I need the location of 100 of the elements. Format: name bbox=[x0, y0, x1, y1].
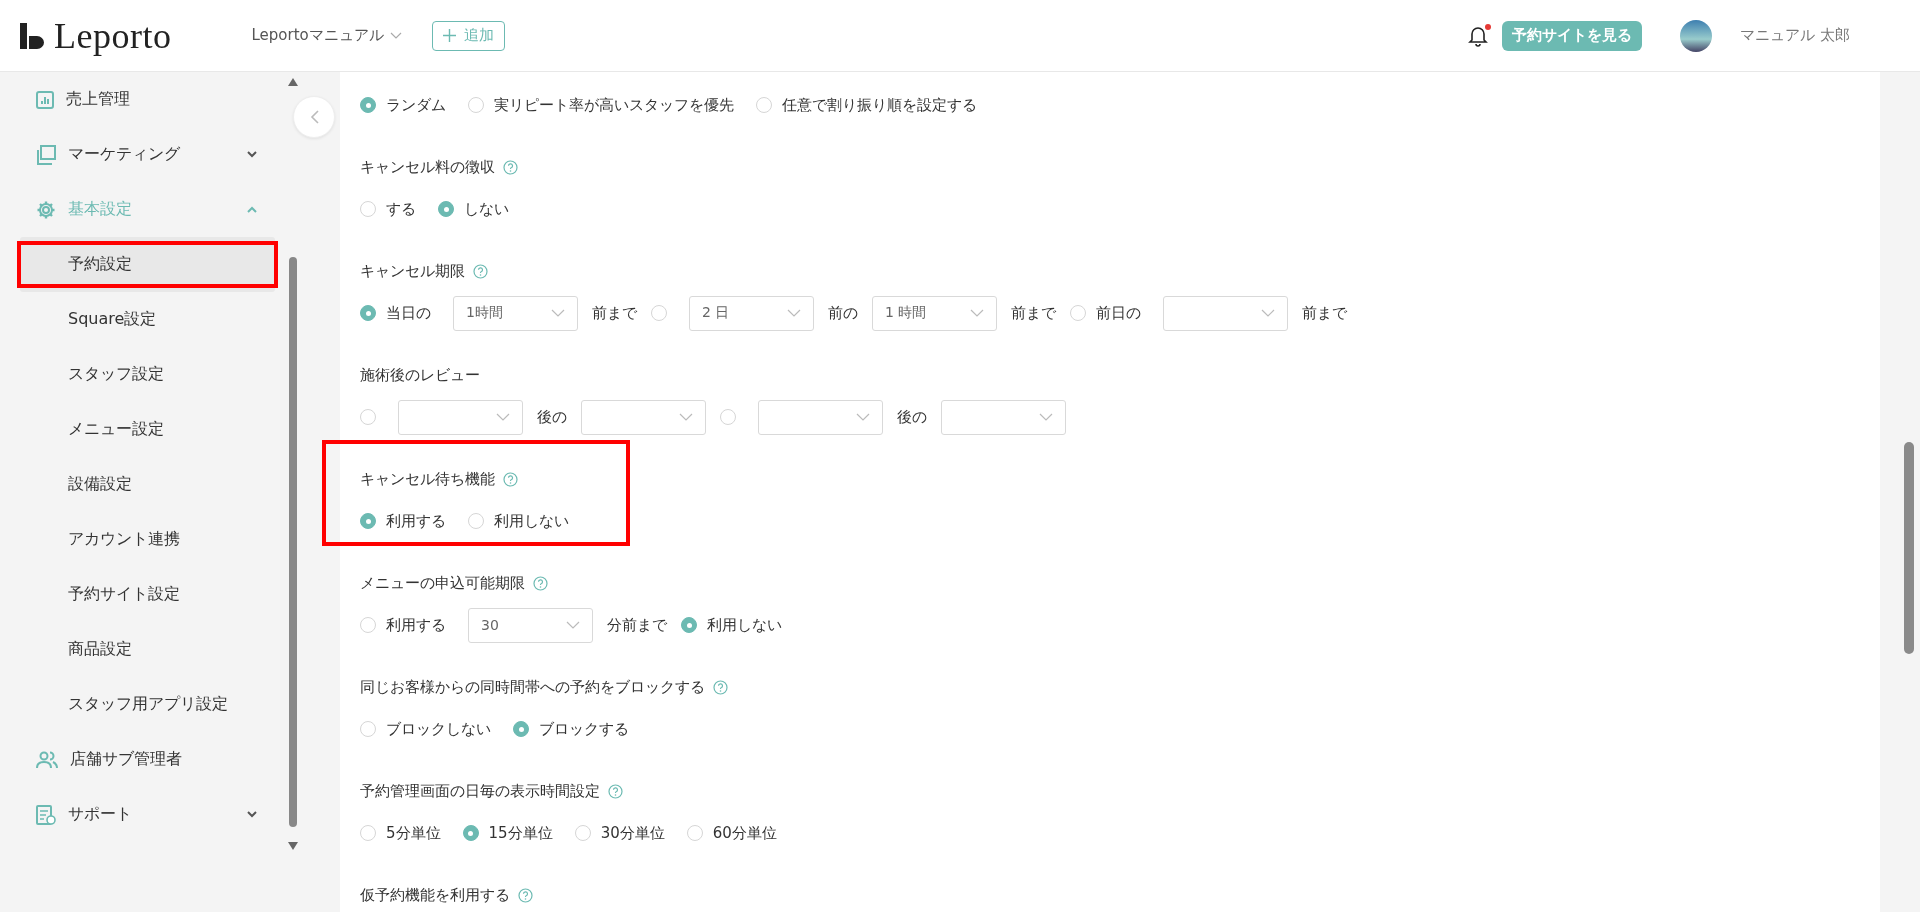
radio-button[interactable] bbox=[360, 617, 376, 633]
scroll-down-icon[interactable] bbox=[288, 842, 298, 850]
radio-button[interactable] bbox=[360, 201, 376, 217]
radio-button[interactable] bbox=[720, 409, 736, 425]
radio-label: 60分単位 bbox=[712, 823, 777, 843]
user-name[interactable]: マニュアル 太郎 bbox=[1740, 26, 1850, 45]
dropdown-field[interactable] bbox=[581, 399, 706, 435]
dropdown-field[interactable] bbox=[941, 399, 1066, 435]
section-title: メニューの申込可能期限 bbox=[360, 573, 525, 593]
dropdown-field[interactable]: 1時間 bbox=[453, 295, 578, 331]
radio-button[interactable] bbox=[756, 97, 772, 113]
store-selector[interactable]: Leportoマニュアル bbox=[251, 26, 402, 45]
sidebar-subitem[interactable]: スタッフ設定 bbox=[20, 347, 275, 402]
radio-button[interactable] bbox=[513, 721, 529, 737]
radio-button[interactable] bbox=[468, 97, 484, 113]
dropdown-field[interactable] bbox=[398, 399, 523, 435]
radio-button[interactable] bbox=[360, 97, 376, 113]
radio-button[interactable] bbox=[1070, 305, 1086, 321]
help-icon[interactable] bbox=[503, 471, 518, 487]
sidebar-subitem[interactable]: 予約設定 bbox=[20, 237, 275, 292]
radio-label: 利用する bbox=[386, 615, 446, 635]
radio-button[interactable] bbox=[438, 201, 454, 217]
sidebar-item[interactable]: マーケティング bbox=[0, 127, 285, 182]
section-title: 仮予約機能を利用する bbox=[360, 885, 510, 905]
scrollbar-thumb[interactable] bbox=[289, 257, 297, 827]
option-text: 後の bbox=[897, 407, 927, 427]
radio-button[interactable] bbox=[462, 825, 479, 841]
radio-label: 15分単位 bbox=[488, 823, 553, 843]
chevron-icon bbox=[787, 309, 801, 317]
sidebar-subitem[interactable]: アカウント連携 bbox=[20, 512, 275, 567]
radio-label: 5分単位 bbox=[386, 823, 441, 843]
sidebar-subitem[interactable]: 設備設定 bbox=[20, 457, 275, 512]
radio-button[interactable] bbox=[681, 617, 697, 633]
chart-icon bbox=[36, 90, 54, 109]
sidebar-item[interactable]: 売上管理 bbox=[0, 72, 285, 127]
radio-button[interactable] bbox=[360, 721, 376, 737]
sidebar-item[interactable]: 店舗サブ管理者 bbox=[0, 732, 285, 787]
dropdown-field[interactable] bbox=[758, 399, 883, 435]
sidebar-subitem[interactable]: メニュー設定 bbox=[20, 402, 275, 457]
scroll-up-icon[interactable] bbox=[288, 78, 298, 86]
chevron-icon bbox=[566, 621, 580, 629]
section-title: キャンセル期限 bbox=[360, 261, 465, 281]
plus-icon bbox=[442, 29, 456, 42]
dropdown-field[interactable]: 30 bbox=[468, 607, 593, 643]
radio-label: しない bbox=[464, 199, 509, 219]
radio-button[interactable] bbox=[360, 409, 376, 425]
logo-text: Leporto bbox=[54, 14, 172, 57]
section-title: 予約管理画面の日毎の表示時間設定 bbox=[360, 781, 600, 801]
option-text: 分前まで bbox=[607, 615, 667, 635]
chevron-icon bbox=[1261, 309, 1275, 317]
dropdown-field[interactable]: 2 日 bbox=[689, 295, 814, 331]
radio-label: 当日の bbox=[386, 303, 431, 323]
radio-label: 30分単位 bbox=[600, 823, 665, 843]
sidebar-subitem[interactable]: Square設定 bbox=[20, 292, 275, 347]
dropdown-field[interactable]: 1 時間 bbox=[872, 295, 997, 331]
radio-label: ブロックしない bbox=[386, 719, 491, 739]
radio-button[interactable] bbox=[360, 305, 376, 321]
radio-label: 任意で割り振り順を設定する bbox=[782, 95, 977, 115]
radio-button[interactable] bbox=[686, 825, 703, 841]
logo-mark-icon bbox=[20, 22, 44, 49]
radio-button[interactable] bbox=[468, 513, 484, 529]
chevron-icon bbox=[389, 32, 402, 39]
sidebar-subitem[interactable]: 予約サイト設定 bbox=[20, 567, 275, 622]
sidebar-item[interactable]: サポート bbox=[0, 787, 285, 842]
layers-icon bbox=[36, 144, 56, 165]
help-icon[interactable] bbox=[533, 575, 548, 591]
section-title: 同じお客様からの同時間帯への予約をブロックする bbox=[360, 677, 705, 697]
radio-label: ランダム bbox=[386, 95, 446, 115]
scrollbar-thumb[interactable] bbox=[1904, 442, 1914, 654]
option-text: 前まで bbox=[1302, 303, 1347, 323]
option-text: 後の bbox=[537, 407, 567, 427]
radio-button[interactable] bbox=[651, 305, 667, 321]
avatar-placeholder[interactable] bbox=[1680, 19, 1713, 52]
help-icon[interactable] bbox=[608, 783, 623, 799]
help-icon[interactable] bbox=[503, 159, 518, 175]
radio-label: 利用する bbox=[386, 511, 446, 531]
radio-button[interactable] bbox=[360, 513, 376, 529]
sidebar-subitem[interactable]: スタッフ用アプリ設定 bbox=[20, 677, 275, 732]
chevron-icon bbox=[856, 413, 870, 421]
caret-icon bbox=[247, 206, 257, 213]
radio-button[interactable] bbox=[574, 825, 591, 841]
option-text: 前まで bbox=[592, 303, 637, 323]
users-icon bbox=[36, 750, 58, 769]
bell-icon[interactable] bbox=[1468, 24, 1489, 47]
chevron-icon bbox=[1039, 413, 1053, 421]
help-icon[interactable] bbox=[713, 679, 728, 695]
help-icon[interactable] bbox=[518, 887, 533, 903]
chevron-icon bbox=[679, 413, 693, 421]
radio-label: する bbox=[386, 199, 416, 219]
chevron-left-icon bbox=[309, 110, 319, 124]
help-icon[interactable] bbox=[473, 263, 488, 279]
collapse-button[interactable] bbox=[293, 96, 335, 138]
radio-label: 利用しない bbox=[707, 615, 782, 635]
dropdown-field[interactable] bbox=[1163, 295, 1288, 331]
chevron-icon bbox=[551, 309, 565, 317]
radio-button[interactable] bbox=[360, 825, 376, 841]
caret-icon bbox=[247, 151, 257, 158]
section-title: キャンセル料の徴収 bbox=[360, 157, 495, 177]
sidebar-subitem[interactable]: 商品設定 bbox=[20, 622, 275, 677]
radio-label: 前日の bbox=[1096, 303, 1141, 323]
